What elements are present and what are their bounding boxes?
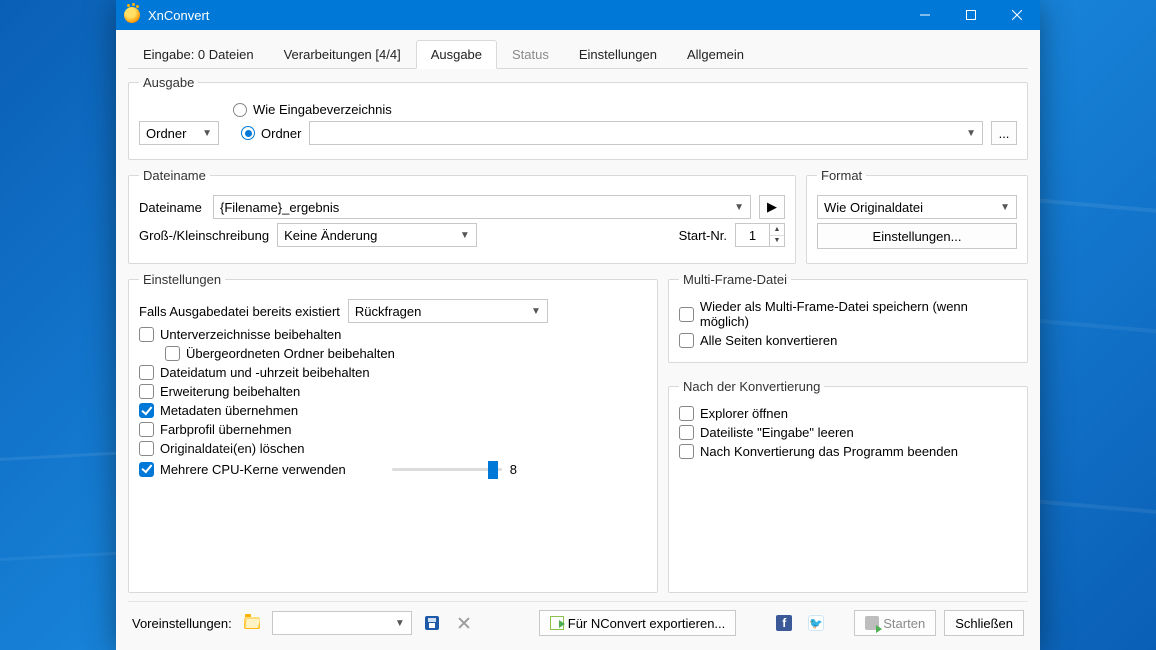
app-window: XnConvert Eingabe: 0 Dateien Verarbeitun…	[116, 0, 1040, 650]
chk-open-explorer[interactable]: Explorer öffnen	[679, 406, 788, 421]
close-button[interactable]	[994, 0, 1040, 30]
close-app-button[interactable]: Schließen	[944, 610, 1024, 636]
folder-open-icon	[244, 617, 260, 629]
format-select[interactable]: Wie Originaldatei▼	[817, 195, 1017, 219]
chk-keep-meta[interactable]: Metadaten übernehmen	[139, 403, 298, 418]
cpu-slider[interactable]	[392, 460, 502, 478]
preset-open-button[interactable]	[240, 611, 264, 635]
multiframe-legend: Multi-Frame-Datei	[679, 272, 791, 287]
exists-label: Falls Ausgabedatei bereits existiert	[139, 304, 340, 319]
footer: Voreinstellungen: ▼ Für NConvert exporti…	[128, 601, 1028, 646]
chk-keep-subdirs[interactable]: Unterverzeichnisse beibehalten	[139, 327, 341, 342]
filename-group: Dateiname Dateiname {Filename}_ergebnis▼…	[128, 168, 796, 264]
chk-keep-date[interactable]: Dateidatum und -uhrzeit beibehalten	[139, 365, 370, 380]
filename-legend: Dateiname	[139, 168, 210, 183]
output-target-select[interactable]: Ordner▼	[139, 121, 219, 145]
filename-insert-button[interactable]: ▶	[759, 195, 785, 219]
delete-icon	[457, 616, 471, 630]
radio-folder[interactable]: Ordner	[241, 126, 301, 141]
chk-keep-colorprofile[interactable]: Farbprofil übernehmen	[139, 422, 292, 437]
filename-pattern-combo[interactable]: {Filename}_ergebnis▼	[213, 195, 751, 219]
settings-group: Einstellungen Falls Ausgabedatei bereits…	[128, 272, 658, 593]
share-twitter-button[interactable]: 🐦	[804, 611, 828, 635]
after-group: Nach der Konvertierung Explorer öffnen D…	[668, 379, 1028, 593]
preset-save-button[interactable]	[420, 611, 444, 635]
facebook-icon: f	[776, 615, 792, 631]
format-settings-button[interactable]: Einstellungen...	[817, 223, 1017, 249]
run-icon	[865, 616, 879, 630]
client-area: Eingabe: 0 Dateien Verarbeitungen [4/4] …	[116, 30, 1040, 650]
exists-select[interactable]: Rückfragen▼	[348, 299, 548, 323]
multiframe-group: Multi-Frame-Datei Wieder als Multi-Frame…	[668, 272, 1028, 363]
settings-legend: Einstellungen	[139, 272, 225, 287]
app-icon	[124, 7, 140, 23]
case-select[interactable]: Keine Änderung▼	[277, 223, 477, 247]
startnr-input[interactable]	[735, 223, 769, 247]
chk-keep-parent[interactable]: Übergeordneten Ordner beibehalten	[165, 346, 395, 361]
preset-select[interactable]: ▼	[272, 611, 412, 635]
browse-folder-button[interactable]: ...	[991, 121, 1017, 145]
chk-keep-ext[interactable]: Erweiterung beibehalten	[139, 384, 300, 399]
tab-bar: Eingabe: 0 Dateien Verarbeitungen [4/4] …	[128, 40, 1028, 69]
output-legend: Ausgabe	[139, 75, 198, 90]
tab-settings[interactable]: Einstellungen	[564, 40, 672, 68]
export-icon	[550, 616, 564, 630]
presets-label: Voreinstellungen:	[132, 616, 232, 631]
format-legend: Format	[817, 168, 866, 183]
play-icon: ▶	[767, 199, 777, 215]
startnr-spinner[interactable]: ▲▼	[735, 223, 785, 247]
tab-output[interactable]: Ausgabe	[416, 40, 497, 69]
export-nconvert-button[interactable]: Für NConvert exportieren...	[539, 610, 737, 636]
chk-clear-input[interactable]: Dateiliste "Eingabe" leeren	[679, 425, 854, 440]
chk-delete-original[interactable]: Originaldatei(en) löschen	[139, 441, 305, 456]
spin-down-icon[interactable]: ▼	[770, 236, 784, 247]
output-group: Ausgabe Wie Eingabeverzeichnis Ordner▼ O…	[128, 75, 1028, 160]
cpu-value: 8	[510, 462, 517, 477]
chk-resave-multiframe[interactable]: Wieder als Multi-Frame-Datei speichern (…	[679, 299, 1017, 329]
chk-convert-all-pages[interactable]: Alle Seiten konvertieren	[679, 333, 837, 348]
tab-actions[interactable]: Verarbeitungen [4/4]	[269, 40, 416, 68]
filename-label: Dateiname	[139, 200, 205, 215]
startnr-label: Start-Nr.	[679, 228, 727, 243]
tab-input[interactable]: Eingabe: 0 Dateien	[128, 40, 269, 68]
tab-general[interactable]: Allgemein	[672, 40, 759, 68]
radio-same-as-input[interactable]: Wie Eingabeverzeichnis	[233, 102, 392, 117]
after-legend: Nach der Konvertierung	[679, 379, 824, 394]
start-button[interactable]: Starten	[854, 610, 936, 636]
case-label: Groß-/Kleinschreibung	[139, 228, 269, 243]
format-group: Format Wie Originaldatei▼ Einstellungen.…	[806, 168, 1028, 264]
chk-exit-after[interactable]: Nach Konvertierung das Programm beenden	[679, 444, 958, 459]
share-facebook-button[interactable]: f	[772, 611, 796, 635]
save-icon	[425, 616, 439, 630]
spin-up-icon[interactable]: ▲	[770, 224, 784, 236]
titlebar[interactable]: XnConvert	[116, 0, 1040, 30]
tab-status[interactable]: Status	[497, 40, 564, 68]
preset-delete-button[interactable]	[452, 611, 476, 635]
twitter-icon: 🐦	[808, 615, 824, 631]
maximize-button[interactable]	[948, 0, 994, 30]
window-title: XnConvert	[148, 8, 902, 23]
chk-multi-cpu[interactable]: Mehrere CPU-Kerne verwenden	[139, 462, 346, 477]
output-folder-combo[interactable]: ▼	[309, 121, 983, 145]
minimize-button[interactable]	[902, 0, 948, 30]
